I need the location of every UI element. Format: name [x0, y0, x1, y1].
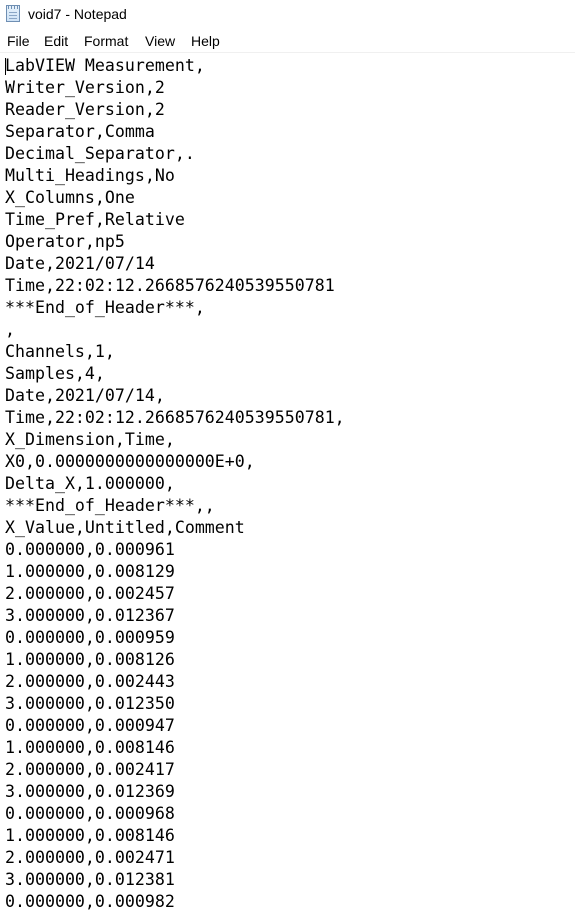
title-bar[interactable]: void7 - Notepad	[0, 0, 575, 30]
editor-line: 0.000000,0.000968	[5, 804, 175, 823]
notepad-icon	[6, 5, 20, 22]
text-caret	[5, 58, 6, 75]
menu-bar: File Edit Format View Help	[0, 31, 575, 51]
editor-line: ***End_of_Header***,,	[5, 496, 215, 515]
menu-format[interactable]: Format	[84, 33, 128, 49]
editor-line: 1.000000,0.008129	[5, 562, 175, 581]
editor-line: Samples,4,	[5, 364, 105, 383]
editor-line: 2.000000,0.002443	[5, 672, 175, 691]
menu-edit[interactable]: Edit	[44, 33, 68, 49]
editor-line: 1.000000,0.008146	[5, 738, 175, 757]
editor-line: Writer_Version,2	[5, 78, 165, 97]
editor-line: Multi_Headings,No	[5, 166, 175, 185]
editor-line: 2.000000,0.002457	[5, 584, 175, 603]
window-title: void7 - Notepad	[28, 6, 127, 22]
editor-line: 0.000000,0.000947	[5, 716, 175, 735]
editor-line: 2.000000,0.002471	[5, 848, 175, 867]
editor-text: LabVIEW Measurement, Writer_Version,2 Read…	[5, 55, 345, 913]
editor-line: 0.000000,0.000959	[5, 628, 175, 647]
text-editor-area[interactable]: LabVIEW Measurement, Writer_Version,2 Read…	[0, 53, 575, 914]
editor-line: X_Columns,One	[5, 188, 135, 207]
editor-line: X_Dimension,Time,	[5, 430, 175, 449]
menu-help[interactable]: Help	[191, 33, 220, 49]
editor-line: Operator,np5	[5, 232, 125, 251]
editor-line: X0,0.0000000000000000E+0,	[5, 452, 255, 471]
editor-line: Date,2021/07/14,	[5, 386, 165, 405]
menu-file[interactable]: File	[7, 33, 30, 49]
menu-view[interactable]: View	[145, 33, 175, 49]
editor-line: 3.000000,0.012381	[5, 870, 175, 889]
editor-line: 3.000000,0.012367	[5, 606, 175, 625]
editor-line: Decimal_Separator,.	[5, 144, 195, 163]
editor-line: 3.000000,0.012369	[5, 782, 175, 801]
editor-line: 1.000000,0.008146	[5, 826, 175, 845]
editor-line: Date,2021/07/14	[5, 254, 155, 273]
editor-line: Reader_Version,2	[5, 100, 165, 119]
editor-line: 0.000000,0.000982	[5, 892, 175, 911]
editor-line: 3.000000,0.012350	[5, 694, 175, 713]
editor-line: Channels,1,	[5, 342, 115, 361]
editor-line: Delta_X,1.000000,	[5, 474, 175, 493]
editor-line: ***End_of_Header***,	[5, 298, 205, 317]
editor-line: Separator,Comma	[5, 122, 155, 141]
notepad-window: void7 - Notepad File Edit Format View He…	[0, 0, 575, 914]
editor-line: Time,22:02:12.2668576240539550781	[5, 276, 335, 295]
editor-line: 1.000000,0.008126	[5, 650, 175, 669]
editor-line: Time_Pref,Relative	[5, 210, 185, 229]
editor-line: Time,22:02:12.2668576240539550781,	[5, 408, 345, 427]
editor-line: ,	[5, 320, 15, 339]
editor-line: 2.000000,0.002417	[5, 760, 175, 779]
editor-line: X_Value,Untitled,Comment	[5, 518, 245, 537]
editor-line: 0.000000,0.000961	[5, 540, 175, 559]
editor-line: LabVIEW Measurement,	[5, 56, 205, 75]
